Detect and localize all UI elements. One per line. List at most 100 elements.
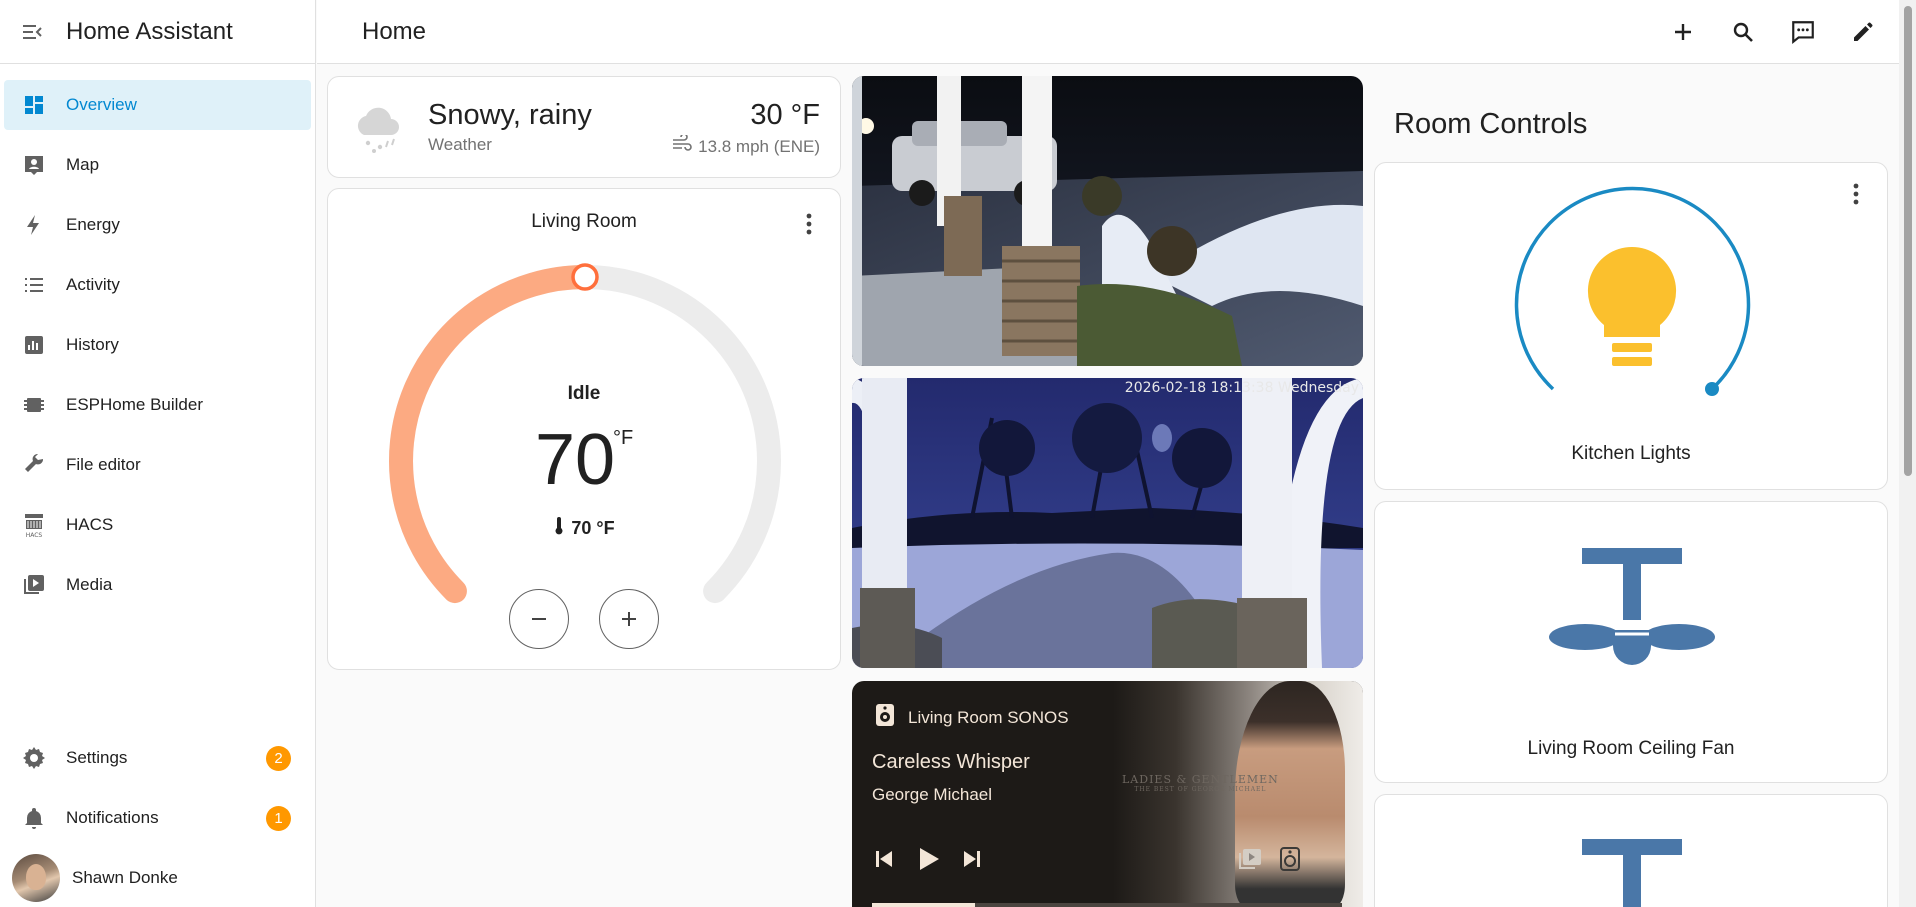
- page-scrollbar[interactable]: [1899, 0, 1916, 907]
- camera-timestamp: 2026-02-18 18:13:38 Wednesday: [1124, 380, 1359, 396]
- sidebar-item-label: History: [66, 335, 119, 354]
- decrease-temperature-button[interactable]: [509, 589, 569, 649]
- sidebar-item-label: Map: [66, 155, 100, 174]
- weather-condition: Snowy, rainy: [428, 99, 592, 131]
- sidebar-item-hacs[interactable]: HACS HACS: [4, 500, 311, 550]
- media-player-card[interactable]: LADIES & GENTLEMEN THE BEST OF GEORGE MI…: [852, 681, 1363, 907]
- sidebar-item-notifications[interactable]: Notifications 1: [4, 793, 311, 843]
- speaker-group-icon[interactable]: [1272, 841, 1308, 877]
- add-icon[interactable]: [1659, 8, 1707, 56]
- wrench-icon: [20, 451, 48, 479]
- map-icon: [20, 151, 48, 179]
- next-track-icon[interactable]: [954, 841, 990, 877]
- sidebar-item-label: File editor: [66, 455, 141, 474]
- track-title: Careless Whisper: [872, 751, 1030, 773]
- settings-badge: 2: [266, 745, 291, 771]
- camera-feed-porch[interactable]: [852, 76, 1363, 366]
- sidebar-item-media[interactable]: Media: [4, 560, 311, 610]
- sidebar: Home Assistant Overview Map Energy Activ…: [0, 0, 316, 907]
- sidebar-item-settings[interactable]: Settings 2: [4, 733, 311, 783]
- album-art-subtitle: THE BEST OF GEORGE MICHAEL: [1134, 786, 1267, 793]
- sidebar-item-profile[interactable]: Shawn Donke: [4, 853, 311, 903]
- sidebar-item-overview[interactable]: Overview: [4, 80, 311, 130]
- target-temperature: 70: [535, 420, 616, 500]
- lightbulb-icon: [1587, 246, 1677, 366]
- album-art-text: LADIES & GENTLEMEN THE BEST OF GEORGE MI…: [1122, 773, 1279, 793]
- increase-temperature-button[interactable]: [599, 589, 659, 649]
- toolbar-actions: [1659, 8, 1887, 56]
- media-source: Living Room SONOS: [874, 703, 1069, 732]
- notifications-badge: 1: [266, 805, 291, 831]
- activity-list-icon: [20, 271, 48, 299]
- sidebar-item-energy[interactable]: Energy: [4, 200, 311, 250]
- user-name: Shawn Donke: [72, 868, 178, 887]
- light-brightness-dial[interactable]: [1375, 163, 1888, 413]
- gear-icon: [20, 744, 48, 772]
- weather-temperature: 30 °F: [750, 99, 820, 131]
- room-controls-heading: Room Controls: [1394, 108, 1588, 140]
- sidebar-item-label: Settings: [66, 748, 128, 767]
- camera-image-porch: [852, 76, 1363, 366]
- previous-track-icon[interactable]: [866, 841, 902, 877]
- avatar: [12, 854, 60, 902]
- current-temperature-value: 70 °F: [571, 518, 615, 538]
- hvac-state: Idle: [567, 383, 601, 404]
- scrollbar-thumb[interactable]: [1904, 6, 1912, 476]
- sidebar-item-history[interactable]: History: [4, 320, 311, 370]
- ceiling-fan-icon: [1549, 548, 1715, 665]
- speaker-icon: [874, 703, 896, 732]
- fan-tile-partial[interactable]: [1374, 794, 1888, 907]
- play-icon[interactable]: [910, 841, 946, 877]
- album-art-title: LADIES & GENTLEMEN: [1122, 773, 1279, 786]
- top-bar: Home: [317, 0, 1899, 64]
- dashboard-icon: [20, 91, 48, 119]
- sidebar-item-label: HACS: [66, 515, 114, 534]
- assist-chat-icon[interactable]: [1779, 8, 1827, 56]
- lightning-icon: [20, 211, 48, 239]
- bell-icon: [20, 804, 48, 832]
- kitchen-lights-tile[interactable]: Kitchen Lights: [1374, 162, 1888, 490]
- dial-handle[interactable]: [571, 263, 599, 291]
- media-library-icon: [20, 571, 48, 599]
- sidebar-item-label: Energy: [66, 215, 120, 234]
- wind-value: 13.8 mph (ENE): [698, 136, 820, 156]
- chip-icon: [20, 391, 48, 419]
- snowy-rainy-icon: [350, 101, 406, 162]
- media-progress-bar[interactable]: [872, 903, 1342, 907]
- weather-wind: 13.8 mph (ENE): [672, 133, 820, 158]
- browse-media-icon[interactable]: [1232, 841, 1268, 877]
- camera-feed-doorbell[interactable]: 2026-02-18 18:13:38 Wednesday: [852, 378, 1363, 668]
- hacs-icon: HACS: [20, 511, 48, 539]
- ceiling-fan-icon: [1582, 839, 1682, 907]
- weather-card[interactable]: Snowy, rainy Weather 30 °F 13.8 mph (ENE…: [327, 76, 841, 178]
- sidebar-header: Home Assistant: [0, 0, 315, 64]
- app-root: Home Assistant Overview Map Energy Activ…: [0, 0, 1916, 907]
- temperature-unit: °F: [613, 427, 634, 449]
- menu-collapse-icon[interactable]: [18, 18, 46, 46]
- page-title: Home: [362, 17, 427, 45]
- edit-pencil-icon[interactable]: [1839, 8, 1887, 56]
- sidebar-item-label: Media: [66, 575, 113, 594]
- current-temperature: 70 °F: [328, 517, 840, 540]
- sidebar-item-label: Overview: [66, 95, 137, 114]
- camera-image-doorbell: [852, 378, 1363, 668]
- thermometer-icon: [553, 517, 565, 540]
- sidebar-item-label: Activity: [66, 275, 120, 294]
- sidebar-bottom: Settings 2 Notifications 1 Shawn Donke: [0, 733, 315, 907]
- chart-icon: [20, 331, 48, 359]
- sidebar-item-activity[interactable]: Activity: [4, 260, 311, 310]
- weather-entity-name: Weather: [428, 135, 492, 154]
- living-room-ceiling-fan-tile[interactable]: Living Room Ceiling Fan: [1374, 501, 1888, 783]
- sidebar-item-map[interactable]: Map: [4, 140, 311, 190]
- app-title: Home Assistant: [66, 17, 233, 45]
- sidebar-item-label: Notifications: [66, 808, 159, 827]
- svg-text:HACS: HACS: [26, 532, 43, 538]
- media-source-name: Living Room SONOS: [908, 707, 1069, 727]
- sidebar-item-file-editor[interactable]: File editor: [4, 440, 311, 490]
- thermostat-card[interactable]: Living Room Idle 70 °F 70 °F: [327, 188, 841, 670]
- sidebar-item-esphome-builder[interactable]: ESPHome Builder: [4, 380, 311, 430]
- tile-name: Living Room Ceiling Fan: [1527, 738, 1735, 759]
- search-icon[interactable]: [1719, 8, 1767, 56]
- wind-icon: [672, 133, 692, 158]
- track-artist: George Michael: [872, 785, 993, 804]
